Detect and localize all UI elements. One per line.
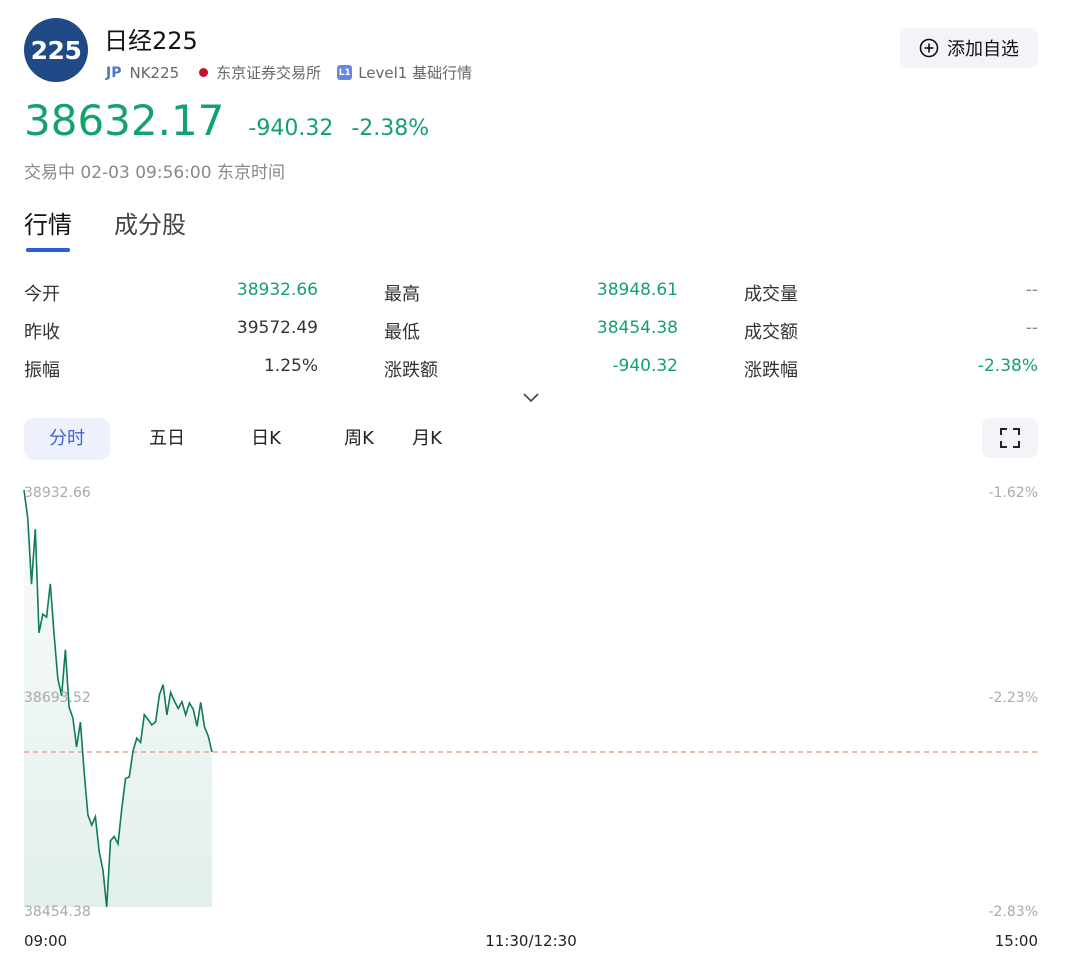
tab-constituents[interactable]: 成分股 bbox=[114, 205, 186, 255]
stat-label: 今开 bbox=[24, 284, 60, 305]
stat-label: 涨跌额 bbox=[384, 360, 438, 381]
stat-value: -- bbox=[1025, 318, 1038, 338]
tab-quote[interactable]: 行情 bbox=[24, 205, 72, 255]
stats-grid: 今开 38932.66 最高 38948.61 成交量 -- 昨收 39572.49 最… bbox=[24, 274, 1038, 388]
intraday-chart: 38932.66 38693.52 38454.38 -1.62% -2.23%… bbox=[23, 485, 1038, 950]
period-tab-day-k[interactable]: 日K bbox=[242, 418, 290, 460]
stat-value: 38454.38 bbox=[596, 318, 678, 338]
stat-turnover: 成交额 -- bbox=[744, 318, 1038, 344]
stat-change: 涨跌额 -940.32 bbox=[384, 356, 744, 382]
stat-label: 最低 bbox=[384, 322, 420, 343]
y-left-tick: 38932.66 bbox=[24, 485, 91, 501]
market-code: JP bbox=[106, 64, 122, 81]
x-tick: 11:30/12:30 bbox=[485, 932, 577, 950]
y-right-tick: -1.62% bbox=[988, 485, 1038, 501]
stat-value: -2.38% bbox=[977, 356, 1038, 376]
chevron-down-icon[interactable] bbox=[520, 388, 542, 408]
y-right-tick: -2.23% bbox=[988, 690, 1038, 706]
exchange-flag-icon bbox=[199, 68, 209, 77]
ticker: NK225 bbox=[129, 63, 180, 82]
fullscreen-button[interactable] bbox=[982, 418, 1038, 458]
stat-label: 昨收 bbox=[24, 322, 60, 343]
period-tabs: 分时 五日 日K 周K 月K bbox=[24, 418, 1038, 460]
stats-row: 振幅 1.25% 涨跌额 -940.32 涨跌幅 -2.38% bbox=[24, 350, 1038, 388]
y-left-tick: 38454.38 bbox=[24, 904, 91, 920]
stat-value: 1.25% bbox=[263, 356, 318, 376]
stat-label: 成交额 bbox=[744, 322, 798, 343]
index-meta: JP NK225 东京证券交易所 L1 Level1 基础行情 bbox=[106, 62, 472, 83]
last-price: 38632.17 bbox=[24, 96, 225, 145]
plus-circle-icon bbox=[919, 38, 939, 58]
period-tab-intraday[interactable]: 分时 bbox=[24, 418, 110, 460]
stock-header: 225 日经225 JP NK225 东京证券交易所 L1 Level1 基础行… bbox=[24, 18, 1038, 82]
add-watchlist-label: 添加自选 bbox=[947, 39, 1019, 60]
stat-amplitude: 振幅 1.25% bbox=[24, 356, 384, 382]
stat-value: -- bbox=[1025, 280, 1038, 300]
trading-status: 交易中 02-03 09:56:00 东京时间 bbox=[24, 163, 285, 183]
index-logo: 225 bbox=[24, 18, 88, 82]
stat-prev-close: 昨收 39572.49 bbox=[24, 318, 384, 344]
x-tick: 09:00 bbox=[24, 932, 67, 950]
fullscreen-icon bbox=[1000, 428, 1020, 448]
y-left-tick: 38693.52 bbox=[24, 690, 91, 706]
stat-label: 成交量 bbox=[744, 284, 798, 305]
period-tab-week-k[interactable]: 周K bbox=[336, 418, 382, 460]
index-title: 日经225 bbox=[104, 27, 198, 55]
stat-change-pct: 涨跌幅 -2.38% bbox=[744, 356, 1038, 382]
level-text: Level1 基础行情 bbox=[358, 64, 473, 82]
level-badge-icon: L1 bbox=[337, 65, 353, 80]
stats-row: 昨收 39572.49 最低 38454.38 成交额 -- bbox=[24, 312, 1038, 350]
quote-row: 38632.17 -940.32 -2.38% bbox=[24, 96, 429, 145]
stat-low: 最低 38454.38 bbox=[384, 318, 744, 344]
exchange-name: 东京证券交易所 bbox=[216, 64, 322, 82]
price-change: -940.32 bbox=[248, 116, 334, 141]
main-tabs: 行情 成分股 bbox=[24, 205, 228, 255]
period-tab-five-day[interactable]: 五日 bbox=[142, 418, 192, 460]
stats-row: 今开 38932.66 最高 38948.61 成交量 -- bbox=[24, 274, 1038, 312]
x-tick: 15:00 bbox=[995, 932, 1038, 950]
stat-value: 38932.66 bbox=[236, 280, 318, 300]
period-tab-month-k[interactable]: 月K bbox=[404, 418, 450, 460]
y-right-tick: -2.83% bbox=[988, 904, 1038, 920]
stat-label: 最高 bbox=[384, 284, 420, 305]
price-change-pct: -2.38% bbox=[351, 116, 430, 141]
stat-volume: 成交量 -- bbox=[744, 280, 1038, 306]
stat-value: -940.32 bbox=[612, 356, 678, 376]
stat-value: 38948.61 bbox=[596, 280, 678, 300]
stat-label: 振幅 bbox=[24, 360, 60, 381]
stat-label: 涨跌幅 bbox=[744, 360, 798, 381]
add-watchlist-button[interactable]: 添加自选 bbox=[900, 28, 1038, 68]
stat-value: 39572.49 bbox=[236, 318, 318, 338]
stat-open: 今开 38932.66 bbox=[24, 280, 384, 306]
stat-high: 最高 38948.61 bbox=[384, 280, 744, 306]
